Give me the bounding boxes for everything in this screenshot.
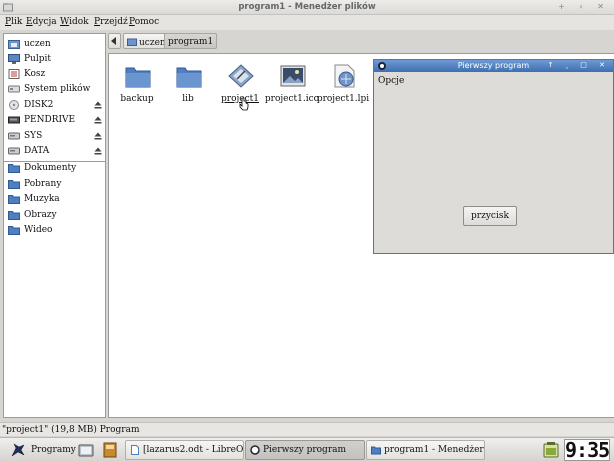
- sidebar-item-pulpit[interactable]: Pulpit: [4, 52, 105, 67]
- mouse-cursor-icon: [239, 97, 249, 111]
- menu-file[interactable]: Plik: [5, 17, 22, 27]
- menu-help[interactable]: Pomoc: [129, 17, 159, 27]
- sidebar-item-muzyka[interactable]: Muzyka: [4, 192, 105, 207]
- dialog-titlebar[interactable]: Pierwszy program ↑ ‸ □ ✕: [374, 60, 613, 72]
- menu-view[interactable]: Widok: [60, 17, 89, 27]
- sidebar-item-filesystem[interactable]: System plików: [4, 82, 105, 97]
- eject-icon[interactable]: [94, 147, 102, 155]
- path-bar: uczen program1: [108, 33, 614, 50]
- menu-go[interactable]: Przejdź: [94, 17, 128, 27]
- folder-icon: [8, 211, 20, 220]
- chevron-left-icon: [111, 37, 116, 45]
- battery-icon[interactable]: [542, 441, 560, 459]
- app-icon: [250, 445, 260, 455]
- sidebar: uczen Pulpit Kosz System plików DISK2 PE…: [3, 33, 106, 418]
- sidebar-item-dokumenty[interactable]: Dokumenty: [4, 161, 105, 176]
- home-folder-icon: [8, 40, 20, 49]
- dialog-menu-options[interactable]: Opcje: [378, 76, 404, 86]
- sidebar-item-sys[interactable]: SYS: [4, 129, 105, 144]
- folder-icon: [8, 180, 20, 189]
- project-file-icon: [334, 64, 355, 88]
- file-item-backup[interactable]: backup: [109, 60, 165, 110]
- path-back-button[interactable]: [108, 33, 121, 49]
- image-file-icon: [280, 65, 306, 87]
- folder-icon: [8, 226, 20, 235]
- dialog-controls[interactable]: ↑ ‸ □ ✕: [548, 61, 610, 69]
- folder-icon: [176, 67, 202, 88]
- sidebar-item-uczen[interactable]: uczen: [4, 37, 105, 52]
- status-bar: "project1" (19,8 MB) Program: [0, 422, 614, 436]
- file-item-project1-ico[interactable]: project1.ico: [264, 60, 320, 110]
- hard-drive-icon: [8, 132, 20, 140]
- window-controls[interactable]: + ‹ ✕: [558, 2, 610, 11]
- status-text: "project1" (19,8 MB) Program: [2, 425, 140, 435]
- breadcrumb-uczen[interactable]: uczen: [123, 33, 170, 49]
- eject-icon[interactable]: [94, 101, 102, 109]
- sidebar-item-wideo[interactable]: Wideo: [4, 223, 105, 238]
- file-item-lib[interactable]: lib: [160, 60, 216, 110]
- dialog-button[interactable]: przycisk: [463, 206, 517, 226]
- sidebar-item-kosz[interactable]: Kosz: [4, 67, 105, 82]
- menu-edit[interactable]: Edycja: [26, 17, 57, 27]
- breadcrumb-program1[interactable]: program1: [164, 33, 218, 49]
- bird-logo-icon: [11, 443, 25, 457]
- executable-icon: [228, 64, 254, 88]
- window-titlebar[interactable]: program1 - Menedżer plików + ‹ ✕: [0, 0, 614, 15]
- folder-icon: [371, 446, 381, 455]
- file-manager-launcher-icon[interactable]: [78, 442, 94, 458]
- file-item-project1-lpi[interactable]: project1.lpi: [315, 60, 371, 110]
- desktop-icon: [8, 54, 20, 64]
- terminal-launcher-icon[interactable]: [102, 442, 118, 458]
- trash-icon: [8, 69, 20, 79]
- menubar: Plik Edycja Widok Przejdź Pomoc: [0, 15, 614, 30]
- file-item-project1[interactable]: project1: [212, 60, 268, 111]
- document-icon: [131, 445, 139, 455]
- clock[interactable]: 9:35: [564, 439, 610, 461]
- window-title: program1 - Menedżer plików: [238, 2, 376, 12]
- folder-icon: [125, 67, 151, 88]
- hard-drive-icon: [8, 147, 20, 155]
- taskbar: Programy [lazarus2.odt - LibreOffic... P…: [0, 437, 614, 461]
- eject-icon[interactable]: [94, 132, 102, 140]
- task-file-manager[interactable]: program1 - Menedżer pl...: [366, 440, 485, 460]
- sidebar-item-pobrany[interactable]: Pobrany: [4, 177, 105, 192]
- task-libreoffice[interactable]: [lazarus2.odt - LibreOffic...: [125, 440, 244, 460]
- sidebar-item-data[interactable]: DATA: [4, 144, 105, 159]
- usb-drive-icon: [8, 116, 20, 124]
- sidebar-item-disk2[interactable]: DISK2: [4, 98, 105, 113]
- folder-icon: [8, 164, 20, 173]
- cd-drive-icon: [9, 100, 19, 110]
- sidebar-item-obrazy[interactable]: Obrazy: [4, 208, 105, 223]
- task-pierwszy-program[interactable]: Pierwszy program: [245, 440, 365, 460]
- home-folder-icon: [127, 38, 137, 46]
- eject-icon[interactable]: [94, 116, 102, 124]
- filesystem-icon: [8, 85, 20, 93]
- folder-icon: [8, 195, 20, 204]
- dialog-window: Pierwszy program ↑ ‸ □ ✕ Opcje przycisk: [373, 59, 614, 254]
- sidebar-item-pendrive[interactable]: PENDRIVE: [4, 113, 105, 128]
